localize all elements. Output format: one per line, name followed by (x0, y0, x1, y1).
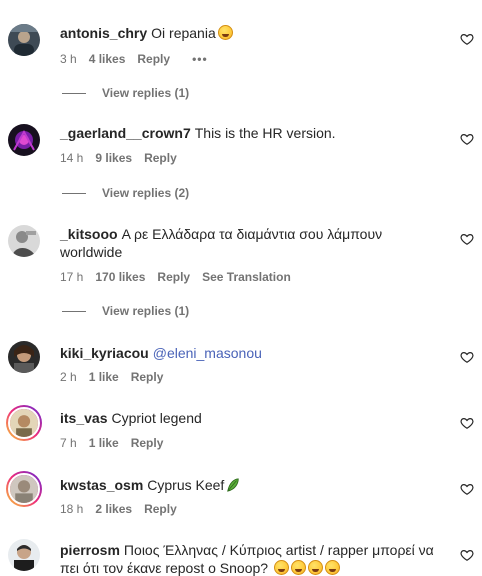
heart-icon[interactable] (460, 132, 474, 146)
timestamp: 3 h (60, 52, 77, 66)
laughing-emoji-icon (307, 560, 323, 575)
view-replies-label: View replies (1) (102, 304, 190, 318)
likes-count[interactable]: 1 like (89, 370, 119, 384)
reply-button[interactable]: Reply (131, 436, 164, 450)
heart-icon[interactable] (460, 482, 474, 496)
view-replies-label: View replies (2) (102, 186, 190, 200)
reply-button[interactable]: Reply (157, 270, 190, 284)
laughing-emoji-icon (217, 25, 233, 40)
comment-text: Ποιος Έλληνας / Κύπριος artist / rapper … (123, 542, 434, 558)
timestamp: 18 h (60, 502, 84, 516)
herb-icon (227, 478, 240, 492)
heart-icon[interactable] (460, 548, 474, 562)
comment-body: _kitsooo Α ρε Ελλάδαρα τα διαμάντια σου λ… (60, 225, 446, 284)
username[interactable]: _kitsooo (60, 226, 118, 242)
comment-text: Α ρε Ελλάδαρα τα διαμάντια σου λάμπουν (121, 226, 383, 242)
username[interactable]: antonis_chry (60, 25, 147, 41)
username[interactable]: _gaerland__crown7 (60, 125, 191, 141)
avatar[interactable] (8, 225, 40, 257)
comment-body: kiki_kyriacou @eleni_masonou 2 h 1 like R… (60, 344, 446, 384)
divider (62, 192, 86, 194)
more-options-button[interactable]: ••• (192, 52, 208, 66)
likes-count[interactable]: 170 likes (95, 270, 145, 284)
comment-body: _gaerland__crown7 This is the HR version.… (60, 124, 446, 165)
view-replies-label: View replies (1) (102, 86, 190, 100)
heart-icon[interactable] (460, 32, 474, 46)
divider (62, 310, 86, 312)
comment-text: Cypriot legend (111, 410, 202, 426)
comments-list: antonis_chry Oi repania 3 h 4 likes Reply… (0, 0, 482, 576)
likes-count[interactable]: 1 like (89, 436, 119, 450)
likes-count[interactable]: 9 likes (95, 151, 132, 165)
username[interactable]: its_vas (60, 410, 107, 426)
comment-text: This is the HR version. (194, 125, 336, 141)
username[interactable]: kwstas_osm (60, 477, 143, 493)
view-replies-button[interactable]: View replies (1) (62, 86, 189, 100)
view-replies-button[interactable]: View replies (2) (62, 186, 189, 200)
reply-button[interactable]: Reply (144, 151, 177, 165)
comment-text-continued: πει ότι τον έκανε repost ο Snoop? (60, 560, 269, 576)
comment-text: Cyprus Keef (147, 477, 225, 493)
reply-button[interactable]: Reply (131, 370, 164, 384)
mention-link[interactable]: @eleni_masonou (153, 345, 262, 361)
heart-icon[interactable] (460, 232, 474, 246)
username[interactable]: kiki_kyriacou (60, 345, 149, 361)
laughing-emoji-icon (273, 560, 289, 575)
divider (62, 92, 86, 94)
avatar[interactable] (8, 539, 40, 571)
timestamp: 2 h (60, 370, 77, 384)
reply-button[interactable]: Reply (144, 502, 177, 516)
comment-body: kwstas_osm Cyprus Keef 18 h 2 likes Reply (60, 476, 446, 516)
comment-text: Oi repania (151, 25, 216, 41)
timestamp: 7 h (60, 436, 77, 450)
avatar[interactable] (8, 341, 40, 373)
laughing-emoji-icon (290, 560, 306, 575)
avatar-with-story-ring[interactable] (6, 471, 42, 507)
laughing-emoji-icon (324, 560, 340, 575)
heart-icon[interactable] (460, 416, 474, 430)
see-translation-button[interactable]: See Translation (202, 270, 291, 284)
likes-count[interactable]: 2 likes (95, 502, 132, 516)
comment-body: antonis_chry Oi repania 3 h 4 likes Reply… (60, 24, 446, 66)
username[interactable]: pierrosm (60, 542, 120, 558)
avatar[interactable] (8, 124, 40, 156)
likes-count[interactable]: 4 likes (89, 52, 126, 66)
reply-button[interactable]: Reply (137, 52, 170, 66)
avatar-with-story-ring[interactable] (6, 405, 42, 441)
timestamp: 17 h (60, 270, 84, 284)
timestamp: 14 h (60, 151, 84, 165)
view-replies-button[interactable]: View replies (1) (62, 304, 189, 318)
comment-body: pierrosm Ποιος Έλληνας / Κύπριος artist /… (60, 541, 446, 576)
heart-icon[interactable] (460, 350, 474, 364)
avatar[interactable] (8, 24, 40, 56)
comment-text-continued: worldwide (60, 244, 123, 260)
comment-body: its_vas Cypriot legend 7 h 1 like Reply (60, 409, 446, 450)
